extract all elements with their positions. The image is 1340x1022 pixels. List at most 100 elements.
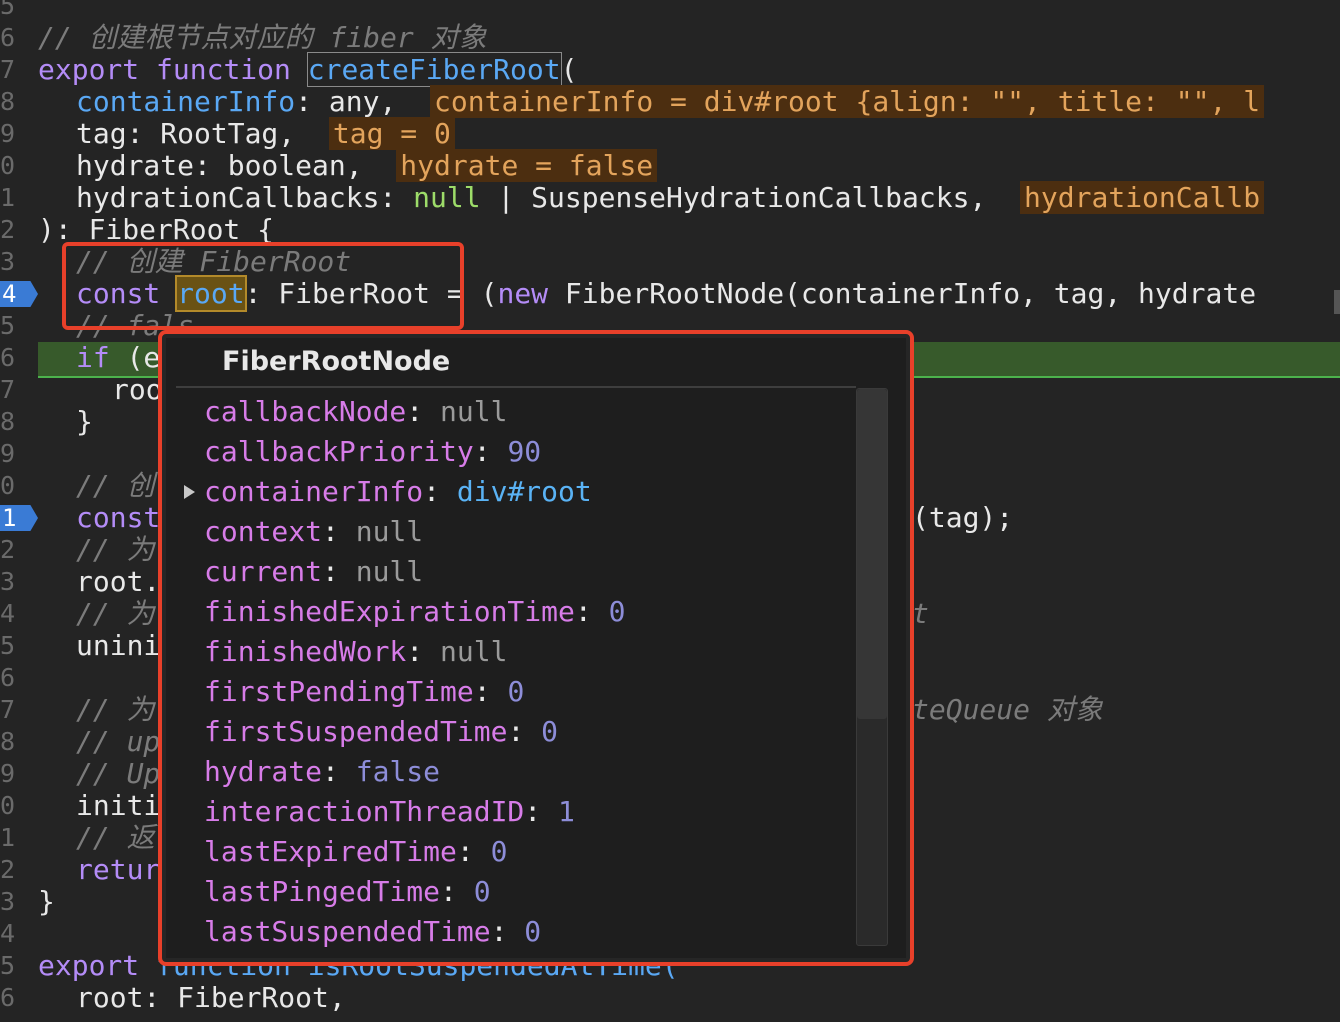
line-number[interactable]: 3 bbox=[0, 886, 20, 918]
line-number[interactable]: 8 bbox=[0, 86, 20, 118]
property-row[interactable]: callbackPriority: 90 bbox=[204, 432, 541, 472]
property-row[interactable]: interactionThreadID: 1 bbox=[204, 792, 575, 832]
code-text: unini bbox=[76, 629, 161, 662]
property-colon: : bbox=[524, 795, 559, 828]
code-editor[interactable]: 56789012345678901234567890123456 // 创建根节… bbox=[0, 0, 1340, 1022]
expand-triangle-icon[interactable] bbox=[184, 485, 195, 499]
code-line[interactable]: // 创 bbox=[76, 470, 155, 502]
keyword-export: export bbox=[38, 53, 140, 86]
line-number[interactable]: 1 bbox=[0, 822, 20, 854]
editor-scrollbar-thumb[interactable] bbox=[1334, 290, 1340, 314]
code-comment: // 返 bbox=[76, 821, 155, 854]
line-number[interactable]: 6 bbox=[0, 22, 20, 54]
line-number[interactable]: 8 bbox=[0, 726, 20, 758]
property-value: null bbox=[355, 555, 424, 588]
code-line-tail[interactable]: (tag); bbox=[912, 502, 1013, 534]
line-number[interactable]: 6 bbox=[0, 662, 20, 694]
line-number[interactable]: 5 bbox=[0, 310, 20, 342]
line-number[interactable]: 2 bbox=[0, 534, 20, 566]
code-line[interactable]: // 为 bbox=[76, 598, 155, 630]
code-line[interactable]: // 返 bbox=[76, 822, 155, 854]
line-number[interactable]: 7 bbox=[0, 694, 20, 726]
code-line[interactable]: if (e bbox=[76, 342, 160, 374]
line-number[interactable]: 1 bbox=[0, 182, 20, 214]
code-line[interactable]: // 为 bbox=[76, 534, 155, 566]
code-line[interactable]: // 为 bbox=[76, 694, 155, 726]
function-name[interactable]: createFiberRoot bbox=[306, 52, 562, 87]
code-line-tail[interactable]: t bbox=[912, 598, 929, 630]
property-key: interactionThreadID bbox=[204, 795, 525, 828]
line-number[interactable]: 7 bbox=[0, 374, 20, 406]
code-line[interactable]: containerInfo: any, containerInfo = div#… bbox=[76, 85, 1265, 118]
property-row[interactable]: firstPendingTime: 0 bbox=[204, 672, 524, 712]
keyword-const: const bbox=[76, 501, 161, 534]
variable-inspector-popup[interactable]: FiberRootNode callbackNode: null callback… bbox=[158, 330, 914, 966]
property-row[interactable]: finishedExpirationTime: 0 bbox=[204, 592, 625, 632]
line-number[interactable]: 3 bbox=[0, 246, 20, 278]
line-number[interactable]: 9 bbox=[0, 118, 20, 150]
line-number[interactable]: 0 bbox=[0, 470, 20, 502]
line-number[interactable]: 4 bbox=[0, 598, 20, 630]
code-line[interactable]: // up bbox=[76, 726, 160, 758]
inline-value-hint: tag = 0 bbox=[328, 117, 455, 150]
code-text: FiberRootNode(containerInfo, tag, hydrat… bbox=[548, 277, 1257, 310]
property-row[interactable]: lastExpiredTime: 0 bbox=[204, 832, 507, 872]
line-number[interactable]: 6 bbox=[0, 982, 20, 1014]
popup-divider bbox=[176, 386, 856, 388]
code-line[interactable]: hydrate: boolean, hydrate = false bbox=[76, 149, 658, 182]
paren: ( bbox=[560, 53, 578, 86]
property-key: current bbox=[204, 555, 323, 588]
popup-scrollbar[interactable] bbox=[856, 388, 888, 946]
line-number[interactable]: 5 bbox=[0, 0, 20, 22]
code-line[interactable]: roo bbox=[112, 374, 163, 406]
code-line[interactable]: retur bbox=[76, 854, 160, 886]
code-line[interactable]: } bbox=[76, 406, 93, 438]
breakpoint-marker[interactable]: 1 bbox=[0, 505, 38, 531]
property-row[interactable]: containerInfo: div#root bbox=[204, 472, 592, 512]
code-line[interactable]: // Up bbox=[76, 758, 160, 790]
property-key: callbackPriority bbox=[204, 435, 474, 468]
code-line[interactable]: root: FiberRoot, bbox=[76, 982, 346, 1014]
breakpoint-marker[interactable]: 4 bbox=[0, 281, 38, 307]
code-line[interactable]: } bbox=[38, 886, 55, 918]
line-number[interactable]: 0 bbox=[0, 150, 20, 182]
keyword-export: export bbox=[38, 949, 140, 982]
line-number[interactable]: 7 bbox=[0, 54, 20, 86]
property-key: firstPendingTime bbox=[204, 675, 474, 708]
code-line-tail[interactable]: teQueue 对象 bbox=[912, 694, 1103, 726]
code-line[interactable]: root. bbox=[76, 566, 160, 598]
line-number[interactable]: 4 bbox=[0, 918, 20, 950]
line-number[interactable]: 2 bbox=[0, 214, 20, 246]
line-number[interactable]: 9 bbox=[0, 438, 20, 470]
line-number[interactable]: 5 bbox=[0, 630, 20, 662]
code-line[interactable]: export function createFiberRoot( bbox=[38, 52, 578, 87]
line-number[interactable]: 9 bbox=[0, 758, 20, 790]
code-line[interactable]: hydrationCallbacks: null | SuspenseHydra… bbox=[76, 181, 1265, 214]
line-number[interactable]: 3 bbox=[0, 566, 20, 598]
param-type: : any, bbox=[295, 85, 397, 118]
property-row[interactable]: current: null bbox=[204, 552, 423, 592]
code-comment: // 创建根节点对应的 fiber 对象 bbox=[38, 21, 487, 54]
code-line[interactable]: unini bbox=[76, 630, 160, 662]
line-number[interactable]: 6 bbox=[0, 342, 20, 374]
property-row[interactable]: finishedWork: null bbox=[204, 632, 507, 672]
property-row[interactable]: lastSuspendedTime: 0 bbox=[204, 912, 541, 952]
property-row[interactable]: firstSuspendedTime: 0 bbox=[204, 712, 558, 752]
line-number[interactable]: 0 bbox=[0, 790, 20, 822]
keyword-return: retur bbox=[76, 853, 161, 886]
line-number[interactable]: 5 bbox=[0, 950, 20, 982]
scrollbar-thumb[interactable] bbox=[857, 389, 887, 719]
code-text: } bbox=[38, 885, 55, 918]
line-number[interactable]: 8 bbox=[0, 406, 20, 438]
property-row[interactable]: callbackNode: null bbox=[204, 392, 507, 432]
code-line[interactable]: initi bbox=[76, 790, 160, 822]
code-line[interactable]: tag: RootTag, tag = 0 bbox=[76, 117, 455, 150]
code-comment: // 为 bbox=[76, 533, 155, 566]
code-comment: // Up bbox=[76, 757, 161, 790]
line-number[interactable]: 2 bbox=[0, 854, 20, 886]
code-line[interactable]: // 创建根节点对应的 fiber 对象 bbox=[38, 22, 487, 54]
property-row[interactable]: lastPingedTime: 0 bbox=[204, 872, 491, 912]
property-row[interactable]: context: null bbox=[204, 512, 423, 552]
code-line[interactable]: const bbox=[76, 502, 160, 534]
property-row[interactable]: hydrate: false bbox=[204, 752, 440, 792]
